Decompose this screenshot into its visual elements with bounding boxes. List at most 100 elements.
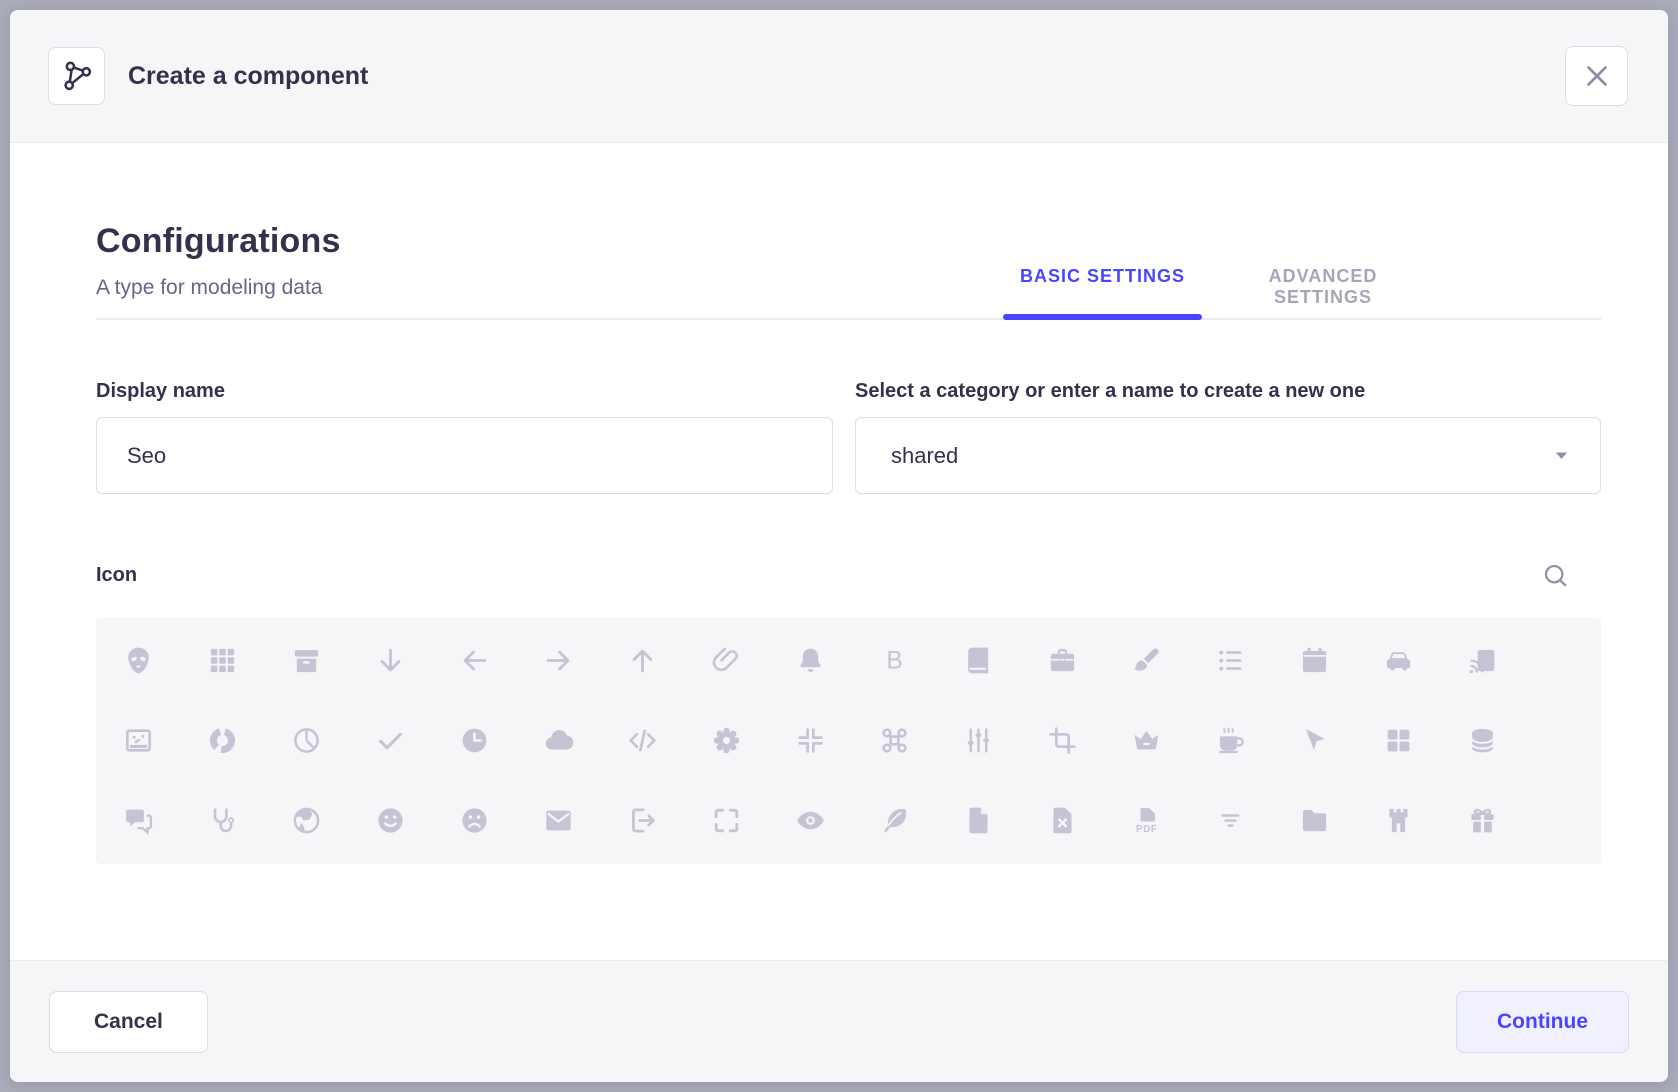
- icon-option-emotion-unhappy[interactable]: [432, 780, 516, 860]
- icon-option-book[interactable]: [936, 620, 1020, 700]
- icon-option-exit[interactable]: [600, 780, 684, 860]
- icon-option-file[interactable]: [936, 780, 1020, 860]
- search-icon: [1540, 560, 1571, 591]
- icon-option-cloud[interactable]: [516, 700, 600, 780]
- icon-option-crop[interactable]: [1020, 700, 1104, 780]
- icon-option-alien[interactable]: [96, 620, 180, 700]
- icon-option-calendar[interactable]: [1272, 620, 1356, 700]
- command-icon: [879, 725, 910, 756]
- apps-icon: [207, 645, 238, 676]
- icon-option-crown[interactable]: [1104, 700, 1188, 780]
- icon-option-cursor[interactable]: [1272, 700, 1356, 780]
- collapse-icon: [795, 725, 826, 756]
- emotion-unhappy-icon: [459, 805, 490, 836]
- close-button[interactable]: [1565, 46, 1628, 106]
- icon-option-feather[interactable]: [852, 780, 936, 860]
- category-selected-value: shared: [891, 443, 958, 469]
- chart-circle-icon: [207, 725, 238, 756]
- icon-option-sliders[interactable]: [936, 700, 1020, 780]
- icon-option-arrow-left[interactable]: [432, 620, 516, 700]
- display-name-input[interactable]: [96, 417, 833, 494]
- chevron-down-icon: [1551, 445, 1572, 466]
- icon-option-cog[interactable]: [684, 700, 768, 780]
- cloud-icon: [543, 725, 574, 756]
- icon-option-eye[interactable]: [768, 780, 852, 860]
- continue-button[interactable]: Continue: [1456, 991, 1629, 1053]
- gate-icon: [1383, 805, 1414, 836]
- icon-option-expand[interactable]: [684, 780, 768, 860]
- icon-option-arrow-up[interactable]: [600, 620, 684, 700]
- cog-icon: [711, 725, 742, 756]
- icon-option-gift[interactable]: [1440, 780, 1524, 860]
- chart-bubble-icon: [123, 725, 154, 756]
- envelope-icon: [543, 805, 574, 836]
- icon-option-clock[interactable]: [432, 700, 516, 780]
- icon-option-chart-circle[interactable]: [180, 700, 264, 780]
- svg-text:B: B: [886, 647, 902, 674]
- icon-option-bold[interactable]: B: [852, 620, 936, 700]
- category-select[interactable]: shared: [855, 417, 1601, 494]
- icon-option-archive[interactable]: [264, 620, 348, 700]
- crown-icon: [1131, 725, 1162, 756]
- component-icon: [59, 58, 95, 94]
- icon-option-brush[interactable]: [1104, 620, 1188, 700]
- icon-option-envelope[interactable]: [516, 780, 600, 860]
- icon-option-bullet-list[interactable]: [1188, 620, 1272, 700]
- section-title: Configurations: [96, 222, 341, 261]
- icon-option-gate[interactable]: [1356, 780, 1440, 860]
- create-component-modal: Create a component Configurations A type…: [10, 10, 1668, 1082]
- icon-option-database[interactable]: [1440, 700, 1524, 780]
- dashboard-icon: [1383, 725, 1414, 756]
- clock-icon: [459, 725, 490, 756]
- icon-option-folder[interactable]: [1272, 780, 1356, 860]
- icon-option-earth[interactable]: [264, 780, 348, 860]
- tab-advanced-settings[interactable]: ADVANCED SETTINGS: [1222, 266, 1424, 308]
- icon-option-file-pdf[interactable]: PDF: [1104, 780, 1188, 860]
- database-icon: [1467, 725, 1498, 756]
- archive-icon: [291, 645, 322, 676]
- tabs-divider: [96, 318, 1601, 320]
- bell-icon: [795, 645, 826, 676]
- cancel-button[interactable]: Cancel: [49, 991, 208, 1053]
- icon-option-attachment[interactable]: [684, 620, 768, 700]
- icon-option-briefcase[interactable]: [1020, 620, 1104, 700]
- icon-option-file-error[interactable]: [1020, 780, 1104, 860]
- car-icon: [1383, 645, 1414, 676]
- icon-option-chart-pie[interactable]: [264, 700, 348, 780]
- icon-option-doctor[interactable]: [180, 780, 264, 860]
- icon-search-button[interactable]: [1533, 553, 1577, 597]
- discuss-icon: [123, 805, 154, 836]
- icon-option-apps[interactable]: [180, 620, 264, 700]
- brush-icon: [1131, 645, 1162, 676]
- icon-option-cup[interactable]: [1188, 700, 1272, 780]
- category-label: Select a category or enter a name to cre…: [855, 380, 1601, 403]
- bold-icon: B: [879, 645, 910, 676]
- icon-option-emotion-happy[interactable]: [348, 780, 432, 860]
- icon-option-car[interactable]: [1356, 620, 1440, 700]
- attachment-icon: [711, 645, 742, 676]
- modal-header: Create a component: [10, 10, 1668, 143]
- bullet-list-icon: [1215, 645, 1246, 676]
- icon-option-filter[interactable]: [1188, 780, 1272, 860]
- book-icon: [963, 645, 994, 676]
- icon-option-code[interactable]: [600, 700, 684, 780]
- briefcase-icon: [1047, 645, 1078, 676]
- icon-option-check[interactable]: [348, 700, 432, 780]
- icon-option-bell[interactable]: [768, 620, 852, 700]
- icon-option-chart-bubble[interactable]: [96, 700, 180, 780]
- folder-icon: [1299, 805, 1330, 836]
- section-subtitle: A type for modeling data: [96, 276, 341, 300]
- icon-option-command[interactable]: [852, 700, 936, 780]
- doctor-icon: [207, 805, 238, 836]
- modal-title: Create a component: [128, 62, 368, 91]
- display-name-label: Display name: [96, 380, 833, 403]
- tab-basic-settings[interactable]: BASIC SETTINGS: [1003, 266, 1202, 287]
- icon-option-arrow-right[interactable]: [516, 620, 600, 700]
- icon-option-arrow-down[interactable]: [348, 620, 432, 700]
- icon-option-dashboard[interactable]: [1356, 700, 1440, 780]
- icon-option-collapse[interactable]: [768, 700, 852, 780]
- icon-option-discuss[interactable]: [96, 780, 180, 860]
- icon-option-cast[interactable]: [1440, 620, 1524, 700]
- svg-text:PDF: PDF: [1135, 824, 1157, 835]
- gift-icon: [1467, 805, 1498, 836]
